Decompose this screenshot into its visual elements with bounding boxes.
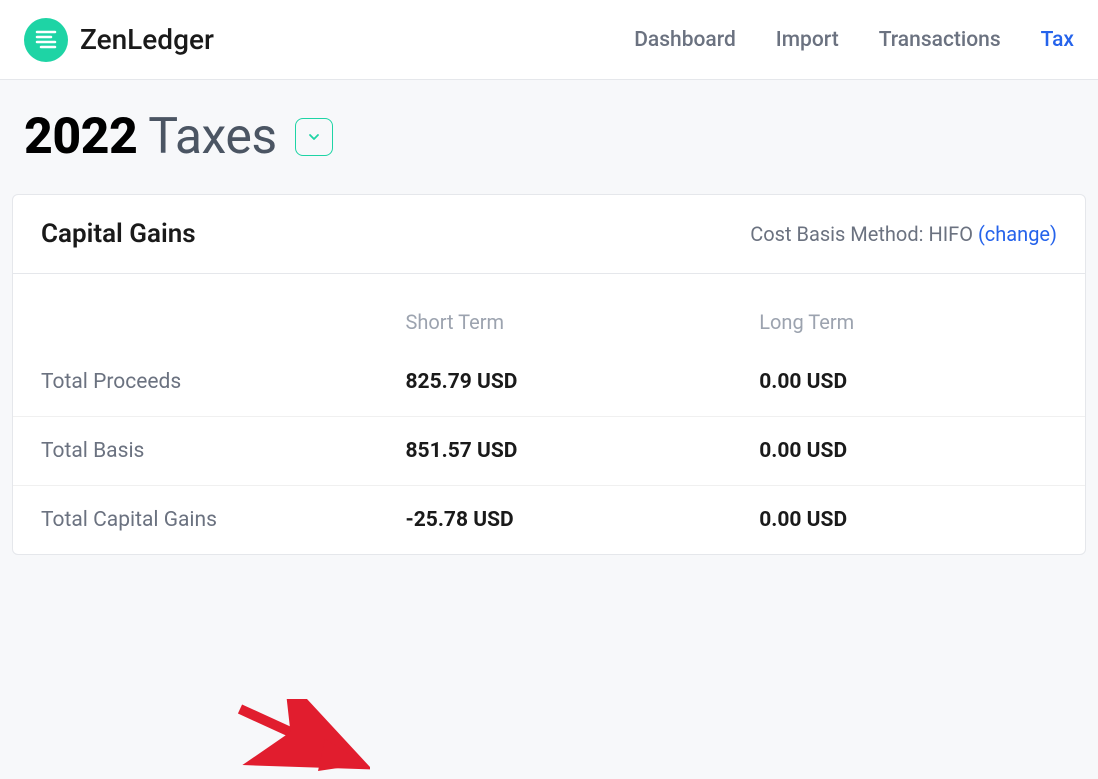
column-short-term: Short Term: [377, 274, 731, 348]
chevron-down-icon: [307, 130, 321, 144]
nav-import[interactable]: Import: [776, 28, 839, 52]
brand-logo-icon: [24, 18, 68, 62]
content-area: Capital Gains Cost Basis Method: HIFO (c…: [0, 194, 1098, 575]
nav-transactions[interactable]: Transactions: [879, 28, 1001, 52]
basis-short: 851.57 USD: [377, 417, 731, 486]
table-header-empty: [13, 274, 377, 348]
header-bar: ZenLedger Dashboard Import Transactions …: [0, 0, 1098, 80]
nav-dashboard[interactable]: Dashboard: [634, 28, 736, 52]
brand[interactable]: ZenLedger: [24, 18, 214, 62]
column-long-term: Long Term: [731, 274, 1085, 348]
capital-gains-card: Capital Gains Cost Basis Method: HIFO (c…: [12, 194, 1086, 555]
capital-gains-long: 0.00 USD: [731, 486, 1085, 555]
nav-tax[interactable]: Tax: [1041, 28, 1074, 52]
brand-name: ZenLedger: [80, 23, 214, 56]
card-header: Capital Gains Cost Basis Method: HIFO (c…: [13, 195, 1085, 274]
row-label-proceeds: Total Proceeds: [13, 348, 377, 417]
top-nav: Dashboard Import Transactions Tax: [634, 28, 1074, 52]
page-title-suffix: Taxes: [148, 108, 276, 166]
proceeds-long: 0.00 USD: [731, 348, 1085, 417]
card-title: Capital Gains: [41, 219, 196, 249]
table-row: Total Proceeds 825.79 USD 0.00 USD: [13, 348, 1085, 417]
table-row: Total Capital Gains -25.78 USD 0.00 USD: [13, 486, 1085, 555]
year-selector-button[interactable]: [295, 118, 333, 156]
table-row: Total Basis 851.57 USD 0.00 USD: [13, 417, 1085, 486]
row-label-capital-gains: Total Capital Gains: [13, 486, 377, 555]
basis-long: 0.00 USD: [731, 417, 1085, 486]
annotation-arrow-icon: [230, 699, 370, 779]
proceeds-short: 825.79 USD: [377, 348, 731, 417]
cost-basis-label: Cost Basis Method: HIFO (change): [750, 222, 1057, 246]
capital-gains-short: -25.78 USD: [377, 486, 731, 555]
row-label-basis: Total Basis: [13, 417, 377, 486]
tax-year: 2022: [24, 108, 137, 166]
change-cost-basis-link[interactable]: (change): [978, 222, 1057, 246]
capital-gains-table: Short Term Long Term Total Proceeds 825.…: [13, 274, 1085, 554]
page-title-row: 2022 Taxes: [0, 80, 1098, 194]
page-title: 2022 Taxes: [24, 108, 277, 166]
